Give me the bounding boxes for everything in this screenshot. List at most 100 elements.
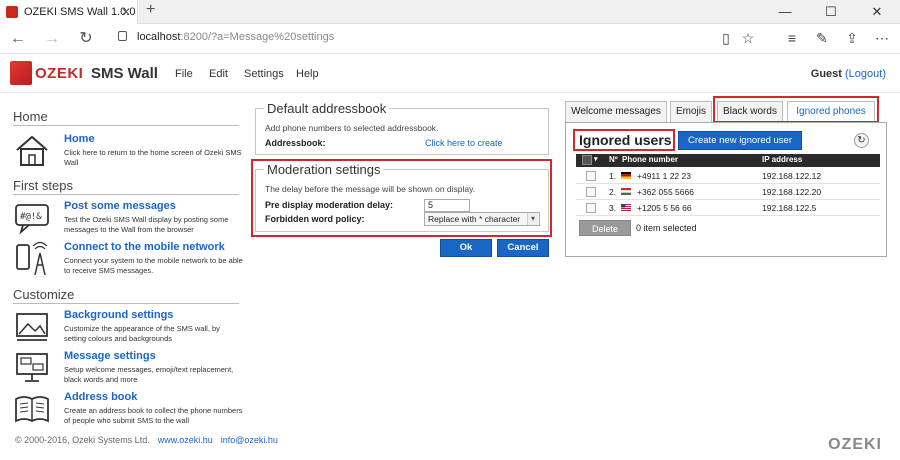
sidebar-item-background-settings[interactable]: Background settings Customize the appear…	[13, 309, 243, 349]
sidebar-item-connect-network[interactable]: Connect to the mobile network Connect yo…	[13, 241, 243, 281]
row-number: 3.	[609, 203, 617, 213]
hub-icon[interactable]: ≡	[782, 30, 802, 46]
create-ignored-user-button[interactable]: Create new ignored user	[678, 131, 802, 150]
sidebar-item-post-messages[interactable]: #@!& Post some messages Test the Ozeki S…	[13, 200, 243, 238]
sidebar-item-title[interactable]: Post some messages	[64, 200, 176, 212]
close-tab-icon[interactable]: ✕	[121, 0, 131, 24]
sidebar-item-desc: Test the Ozeki SMS Wall display by posti…	[64, 215, 229, 234]
menu-edit[interactable]: Edit	[209, 68, 228, 80]
logo-product: SMS Wall	[91, 65, 158, 82]
table-row[interactable]: 2. +362 055 5666 192.168.122.20	[576, 184, 880, 200]
logout-link[interactable]: (Logout)	[845, 68, 886, 80]
select-menu-chevron-icon[interactable]: ▾	[594, 155, 598, 163]
more-icon[interactable]: ⋯	[872, 30, 892, 47]
user-name: Guest	[810, 68, 842, 80]
url-host: localhost	[137, 31, 181, 43]
row-phone: +4911 1 22 23	[637, 171, 691, 181]
row-checkbox[interactable]	[586, 171, 596, 181]
row-phone: +1205 5 56 66	[637, 203, 692, 213]
select-all-checkbox[interactable]	[582, 155, 592, 165]
browser-tab-bar: OZEKI SMS Wall 1.0.0 (1 ✕ + — ☐ ✕	[0, 0, 900, 24]
row-number: 2.	[609, 187, 617, 197]
row-number: 1.	[609, 171, 617, 181]
menu-help[interactable]: Help	[296, 68, 319, 80]
hungary-flag-icon	[621, 188, 631, 195]
logo-brand: OZEKI	[35, 65, 84, 82]
open-book-icon	[15, 396, 49, 423]
sidebar-item-address-book[interactable]: Address book Create an address book to c…	[13, 391, 243, 431]
url-path: :8200/?a=Message%20settings	[180, 31, 335, 43]
sidebar-item-desc: Click here to return to the home screen …	[64, 148, 242, 167]
footer-brand: OZEKI	[828, 436, 882, 453]
user-area: Guest (Logout)	[811, 68, 886, 80]
delete-button[interactable]: Delete	[579, 220, 631, 236]
share-icon[interactable]: ⇪	[842, 30, 862, 47]
tab-welcome-messages[interactable]: Welcome messages	[565, 101, 667, 122]
column-ip[interactable]: IP address	[762, 155, 802, 164]
sidebar-item-title[interactable]: Connect to the mobile network	[64, 241, 225, 253]
reading-view-icon[interactable]: ▯	[716, 30, 736, 47]
web-note-icon[interactable]: ✎	[812, 30, 832, 47]
page-info-icon[interactable]	[118, 31, 127, 41]
svg-text:#@!&: #@!&	[20, 212, 42, 222]
sidebar-item-title[interactable]: Address book	[64, 391, 137, 403]
speech-bubble-icon: #@!&	[15, 204, 49, 235]
sidebar-item-desc: Create an address book to collect the ph…	[64, 406, 243, 425]
sidebar-item-title[interactable]: Background settings	[64, 309, 173, 321]
menu-settings[interactable]: Settings	[244, 68, 284, 80]
picture-icon	[16, 313, 48, 341]
addressbook-desc: Add phone numbers to selected addressboo…	[265, 123, 439, 133]
ok-button[interactable]: Ok	[440, 239, 492, 257]
minimize-icon[interactable]: —	[762, 0, 808, 24]
row-checkbox[interactable]	[586, 203, 596, 213]
sidebar-item-desc: Customize the appearance of the SMS wall…	[64, 324, 220, 343]
column-number: Nº	[609, 155, 618, 164]
row-checkbox[interactable]	[586, 187, 596, 197]
addressbook-legend: Default addressbook	[267, 101, 387, 116]
cancel-button[interactable]: Cancel	[497, 239, 549, 257]
highlight-tabs	[713, 96, 879, 123]
sidebar-item-title[interactable]: Home	[64, 133, 95, 145]
sidebar-item-desc: Connect your system to the mobile networ…	[64, 256, 243, 275]
selected-count: 0 item selected	[636, 223, 697, 233]
favorite-star-icon[interactable]: ☆	[738, 30, 758, 47]
table-row[interactable]: 1. +4911 1 22 23 192.168.122.12	[576, 168, 880, 184]
customize-heading: Customize	[13, 287, 75, 302]
message-screen-icon	[16, 353, 48, 382]
app-header: OZEKI SMS Wall File Edit Settings Help G…	[0, 55, 900, 93]
tab-emojis[interactable]: Emojis	[670, 101, 712, 122]
row-ip: 192.168.122.5	[762, 203, 817, 213]
email-link[interactable]: info@ozeki.hu	[221, 435, 278, 445]
sidebar-item-home[interactable]: Home Click here to return to the home sc…	[13, 133, 243, 173]
new-tab-button[interactable]: +	[146, 1, 155, 19]
footer: © 2000-2016, Ozeki Systems Ltd. www.ozeki…	[15, 435, 278, 445]
address-bar[interactable]: localhost:8200/?a=Message%20settings	[118, 31, 334, 43]
home-heading: Home	[13, 109, 48, 124]
sidebar-item-message-settings[interactable]: Message settings Setup welcome messages,…	[13, 350, 243, 390]
copyright-text: © 2000-2016, Ozeki Systems Ltd.	[15, 435, 150, 445]
refresh-icon[interactable]: ↻	[854, 133, 869, 148]
sidebar-item-desc: Setup welcome messages, emoji/text repla…	[64, 365, 234, 384]
divider	[13, 303, 239, 304]
site-link[interactable]: www.ozeki.hu	[158, 435, 213, 445]
browser-tab[interactable]: OZEKI SMS Wall 1.0.0 (1 ✕	[0, 0, 138, 24]
back-icon[interactable]: ←	[8, 29, 28, 49]
highlight-moderation	[251, 159, 552, 237]
row-ip: 192.168.122.20	[762, 187, 822, 197]
maximize-icon[interactable]: ☐	[808, 0, 854, 24]
table-row[interactable]: 3. +1205 5 56 66 192.168.122.5	[576, 200, 880, 216]
refresh-icon[interactable]: ↻	[76, 29, 96, 49]
first-steps-heading: First steps	[13, 178, 73, 193]
row-ip: 192.168.122.12	[762, 171, 822, 181]
germany-flag-icon	[621, 172, 631, 179]
create-addressbook-link[interactable]: Click here to create	[425, 138, 503, 148]
sidebar: Home Home Click here to return to the ho…	[0, 93, 246, 433]
site-favicon-icon	[6, 6, 18, 18]
browser-nav-bar: ← → ↻ localhost:8200/?a=Message%20settin…	[0, 24, 900, 54]
divider	[13, 125, 239, 126]
close-window-icon[interactable]: ✕	[854, 0, 900, 24]
menu-file[interactable]: File	[175, 68, 193, 80]
forward-icon[interactable]: →	[42, 29, 62, 49]
sidebar-item-title[interactable]: Message settings	[64, 350, 156, 362]
column-phone[interactable]: Phone number	[622, 155, 678, 164]
